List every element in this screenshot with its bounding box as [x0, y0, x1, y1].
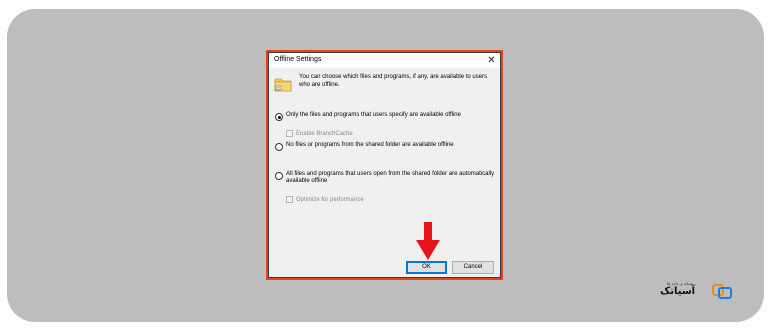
radio-user-specified[interactable]	[275, 113, 283, 121]
option-all-automatic[interactable]: All files and programs that users open f…	[275, 171, 496, 185]
close-button[interactable]: ✕	[485, 54, 498, 67]
enable-branchcache-checkbox	[286, 130, 293, 137]
logo-title: آسیاتک	[660, 286, 696, 297]
radio-all-automatic[interactable]	[275, 172, 283, 180]
offline-settings-dialog: Offline Settings ✕ You can choose which …	[268, 52, 501, 278]
enable-branchcache-label: Enable BranchCache	[296, 130, 353, 137]
option-user-specified-label: Only the files and programs that users s…	[286, 112, 461, 118]
optimize-performance-checkbox	[286, 196, 293, 203]
optimize-performance-row: Optimize for performance	[286, 196, 364, 203]
enable-branchcache-row: Enable BranchCache	[286, 130, 353, 137]
option-all-automatic-label: All files and programs that users open f…	[286, 171, 495, 184]
cancel-button[interactable]: Cancel	[452, 261, 494, 274]
ok-button[interactable]: OK	[406, 261, 447, 274]
option-none-available[interactable]: No files or programs from the shared fol…	[275, 142, 496, 151]
dialog-title: Offline Settings	[274, 56, 322, 63]
dialog-highlight-frame: Offline Settings ✕ You can choose which …	[266, 50, 503, 280]
radio-none-available[interactable]	[275, 143, 283, 151]
red-down-arrow-icon	[416, 222, 440, 260]
optimize-performance-label: Optimize for performance	[296, 196, 364, 203]
title-bar: Offline Settings ✕	[269, 53, 500, 68]
folder-sync-icon	[274, 78, 292, 92]
option-none-available-label: No files or programs from the shared fol…	[286, 142, 454, 148]
option-user-specified[interactable]: Only the files and programs that users s…	[275, 112, 496, 121]
info-text: You can choose which files and programs,…	[299, 74, 488, 88]
